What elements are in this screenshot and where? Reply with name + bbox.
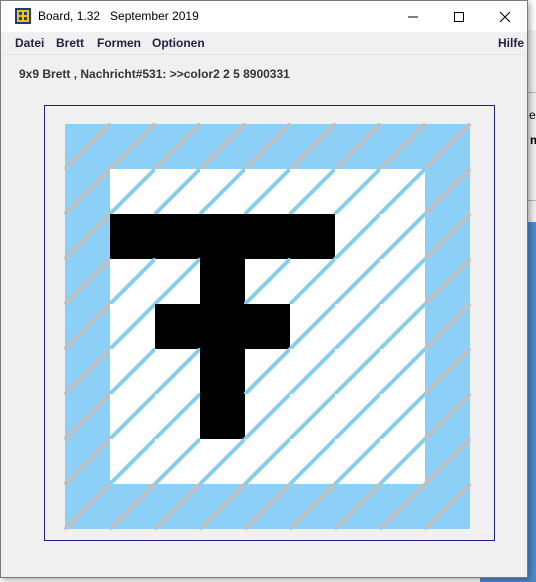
menu-optionen[interactable]: Optionen	[152, 36, 205, 50]
minimize-icon	[408, 16, 418, 17]
board-window: Board, 1.32 September 2019 Datei Brett F…	[0, 0, 528, 578]
menu-datei[interactable]: Datei	[15, 36, 44, 50]
board-cell[interactable]	[200, 214, 245, 259]
board-cell[interactable]	[110, 214, 155, 259]
maximize-button[interactable]	[436, 1, 482, 32]
board-cell[interactable]	[200, 349, 245, 394]
board-cell[interactable]	[245, 304, 290, 349]
window-title: Board, 1.32 September 2019	[38, 9, 199, 23]
board-app-icon	[15, 8, 31, 24]
board-cell[interactable]	[155, 304, 200, 349]
board-cell[interactable]	[155, 214, 200, 259]
board-cell[interactable]	[200, 394, 245, 439]
board-cell[interactable]	[200, 259, 245, 304]
board-cell[interactable]	[245, 214, 290, 259]
title-bar[interactable]: Board, 1.32 September 2019	[1, 1, 527, 32]
board-cell[interactable]	[200, 304, 245, 349]
menu-bar: Datei Brett Formen Optionen Hilfe	[1, 32, 527, 55]
board-canvas[interactable]	[45, 106, 494, 540]
menu-hilfe[interactable]: Hilfe	[498, 36, 524, 50]
background-text-fragment-2: m	[530, 133, 536, 147]
board-frame	[44, 105, 495, 541]
board-cell[interactable]	[290, 214, 335, 259]
status-message: 9x9 Brett , Nachricht#531: >>color2 2 5 …	[19, 67, 290, 81]
menu-brett[interactable]: Brett	[56, 36, 84, 50]
background-text-fragment-1: ep	[529, 108, 536, 122]
menu-formen[interactable]: Formen	[97, 36, 141, 50]
maximize-icon	[454, 11, 464, 22]
minimize-button[interactable]	[390, 1, 436, 32]
close-button[interactable]	[482, 1, 528, 32]
close-icon	[499, 11, 511, 22]
